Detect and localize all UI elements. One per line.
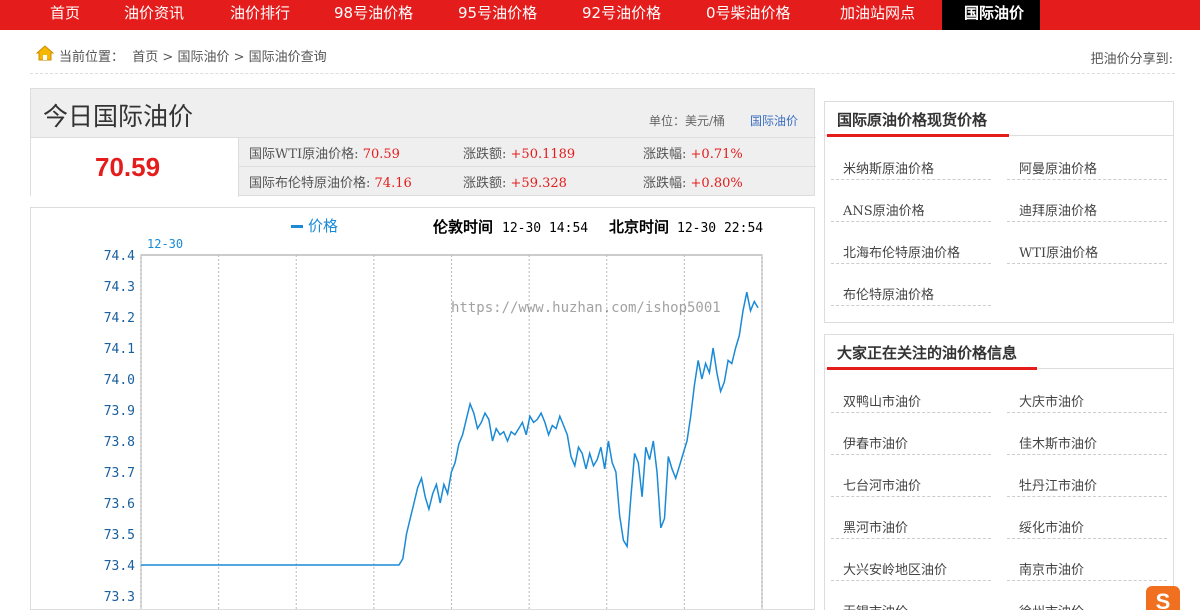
spot-link-6[interactable]: WTI原油价格 <box>1007 234 1167 264</box>
intl-price-panel: 今日国际油价 单位：美元/桶 国际油价 70.59 国际WTI原油价格: 70.… <box>30 88 816 197</box>
main-price-value: 70.59 <box>95 152 161 182</box>
spot-link-7[interactable]: 布伦特原油价格 <box>831 276 991 306</box>
breadcrumb-label: 当前位置： <box>59 50 125 65</box>
wti-pct-label: 涨跌幅: <box>643 147 687 162</box>
wti-change: +50.1189 <box>510 147 576 162</box>
city-link-4[interactable]: 佳木斯市油价 <box>1007 425 1167 455</box>
spot-link-1[interactable]: 米纳斯原油价格 <box>831 150 991 180</box>
brent-pct-label: 涨跌幅: <box>643 176 687 191</box>
nav-intl-oil-price[interactable]: 国际油价 <box>942 0 1040 30</box>
brent-label: 国际布伦特原油价格: <box>249 176 371 191</box>
y-tick-label: 74.0 <box>104 373 135 388</box>
nav-oil-news[interactable]: 油价资讯 <box>110 0 216 30</box>
price-chart: 74.4 74.3 74.2 74.1 74.0 73.9 73.8 73.7 73.6 73.5… <box>30 207 815 610</box>
breadcrumb: 当前位置： 首页 > 国际油价 > 国际油价查询 把油价分享到: <box>30 40 1175 74</box>
wti-change-label: 涨跌额: <box>463 147 507 162</box>
price-series-line <box>141 292 759 566</box>
city-link-9[interactable]: 大兴安岭地区油价 <box>831 551 991 581</box>
london-time-value: 12-30 14:54 <box>502 221 588 236</box>
breadcrumb-path[interactable]: 首页 > 国际油价 > 国际油价查询 <box>132 50 326 65</box>
city-link-5[interactable]: 七台河市油价 <box>831 467 991 497</box>
brent-change-label: 涨跌额: <box>463 176 507 191</box>
city-link-7[interactable]: 黑河市油价 <box>831 509 991 539</box>
y-tick-label: 73.7 <box>104 466 135 481</box>
intl-oil-link[interactable]: 国际油价 <box>750 112 798 129</box>
city-link-12[interactable]: 徐州市油价 <box>1007 593 1167 610</box>
beijing-time-value: 12-30 22:54 <box>677 221 763 236</box>
main-price-cell: 70.59 <box>31 137 239 197</box>
nav-oil-ranking[interactable]: 油价排行 <box>216 0 322 30</box>
nav-98-price[interactable]: 98号油价格 <box>322 0 446 30</box>
nav-95-price[interactable]: 95号油价格 <box>446 0 570 30</box>
top-nav: 首页 油价资讯 油价排行 98号油价格 95号油价格 92号油价格 0号柴油价格… <box>0 0 1200 30</box>
nav-92-price[interactable]: 92号油价格 <box>570 0 694 30</box>
legend-label: 价格 <box>308 217 338 235</box>
nav-gas-stations[interactable]: 加油站网点 <box>828 0 942 30</box>
chart-svg: 74.4 74.3 74.2 74.1 74.0 73.9 73.8 73.7 73.6 73.5… <box>104 217 763 609</box>
y-tick-label: 73.9 <box>104 404 135 419</box>
city-link-1[interactable]: 双鸭山市油价 <box>831 383 991 413</box>
legend-swatch <box>291 225 303 228</box>
beijing-time-label: 北京时间 <box>609 218 669 236</box>
spot-link-4[interactable]: 迪拜原油价格 <box>1007 192 1167 222</box>
x-date-label: 12-30 <box>147 237 183 251</box>
share-label: 把油价分享到: <box>1090 52 1173 67</box>
y-tick-label: 74.1 <box>104 342 135 357</box>
nav-diesel-price[interactable]: 0号柴油价格 <box>694 0 828 30</box>
city-link-10[interactable]: 南京市油价 <box>1007 551 1167 581</box>
city-link-2[interactable]: 大庆市油价 <box>1007 383 1167 413</box>
wti-price-row: 国际WTI原油价格: 70.59 涨跌额: +50.1189 涨跌幅: +0.7… <box>239 137 816 167</box>
spot-price-box: 国际原油价格现货价格 米纳斯原油价格 阿曼原油价格 ANS原油价格 迪拜原油价格… <box>824 101 1174 323</box>
nav-home[interactable]: 首页 <box>0 0 110 30</box>
popular-info-title: 大家正在关注的油价格信息 <box>837 344 1018 362</box>
city-link-6[interactable]: 牡丹江市油价 <box>1007 467 1167 497</box>
y-tick-label: 74.4 <box>104 249 135 264</box>
brent-value: 74.16 <box>374 176 412 191</box>
sohu-logo-icon: S <box>1146 586 1180 610</box>
y-tick-label: 73.3 <box>104 590 135 605</box>
wti-pct: +0.71% <box>690 147 743 162</box>
y-tick-label: 74.2 <box>104 311 135 326</box>
y-tick-label: 73.6 <box>104 497 135 512</box>
unit-label: 单位：美元/桶 <box>649 114 726 128</box>
y-tick-label: 73.5 <box>104 528 135 543</box>
city-link-8[interactable]: 绥化市油价 <box>1007 509 1167 539</box>
watermark-text: https://www.huzhan.com/ishop5001 <box>451 300 721 316</box>
city-link-11[interactable]: 无锡市油价 <box>831 593 991 610</box>
wti-label: 国际WTI原油价格: <box>249 147 359 162</box>
wti-value: 70.59 <box>362 147 400 162</box>
home-icon <box>36 45 54 61</box>
y-tick-label: 74.3 <box>104 280 135 295</box>
brent-change: +59.328 <box>510 176 567 191</box>
brent-pct: +0.80% <box>690 176 743 191</box>
brent-price-row: 国际布伦特原油价格: 74.16 涨跌额: +59.328 涨跌幅: +0.80… <box>239 166 816 196</box>
y-tick-label: 73.4 <box>104 559 135 574</box>
page-title: 今日国际油价 <box>43 102 194 131</box>
spot-link-2[interactable]: 阿曼原油价格 <box>1007 150 1167 180</box>
y-tick-label: 73.8 <box>104 435 135 450</box>
city-link-3[interactable]: 伊春市油价 <box>831 425 991 455</box>
spot-price-title: 国际原油价格现货价格 <box>837 111 988 129</box>
spot-link-5[interactable]: 北海布伦特原油价格 <box>831 234 991 264</box>
spot-link-3[interactable]: ANS原油价格 <box>831 192 991 222</box>
popular-info-box: 大家正在关注的油价格信息 双鸭山市油价 大庆市油价 伊春市油价 佳木斯市油价 七… <box>824 334 1174 610</box>
london-time-label: 伦敦时间 <box>433 218 493 236</box>
